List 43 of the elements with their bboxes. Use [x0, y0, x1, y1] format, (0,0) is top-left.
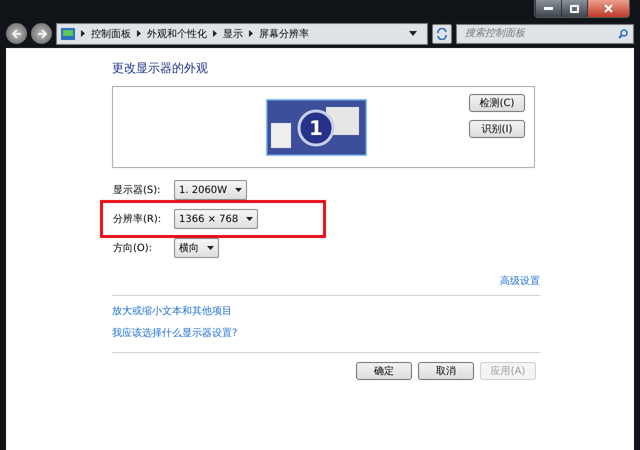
search-icon	[618, 28, 628, 38]
refresh-icon	[436, 28, 448, 40]
chevron-icon	[249, 30, 253, 37]
setting-label: 显示器(S):	[113, 184, 162, 197]
help-link[interactable]: 放大或缩小文本和其他项目	[112, 306, 232, 317]
maximize-button[interactable]	[561, 0, 587, 17]
maximize-icon	[570, 4, 579, 12]
close-button[interactable]	[587, 0, 629, 17]
advanced-settings-link[interactable]: 高级设置	[500, 274, 540, 288]
back-arrow-icon	[12, 28, 22, 38]
refresh-button[interactable]	[432, 24, 452, 44]
chevron-icon	[213, 30, 217, 37]
dialog-button[interactable]: 确定	[356, 362, 412, 380]
search-field[interactable]: 搜索控制面板	[456, 24, 634, 44]
control-panel-icon	[61, 28, 75, 40]
dialog-button[interactable]: 取消	[418, 362, 474, 380]
help-link[interactable]: 我应该选择什么显示器设置?	[112, 328, 238, 339]
forward-arrow-icon	[36, 28, 46, 38]
page-heading: 更改显示器的外观	[112, 60, 209, 77]
dropdown-icon[interactable]	[409, 31, 417, 36]
breadcrumb[interactable]: 控制面板	[91, 26, 131, 40]
setting-label: 方向(O):	[113, 242, 154, 255]
breadcrumb[interactable]: 外观和个性化	[147, 26, 207, 40]
setting-dropdown[interactable]: 1366 × 768	[174, 209, 258, 229]
close-icon	[604, 4, 613, 13]
monitor-drawing[interactable]: 1	[266, 99, 366, 156]
forward-button[interactable]	[31, 23, 52, 44]
caret-icon	[207, 246, 214, 250]
caret-icon	[235, 188, 242, 192]
setting-label: 分辨率(R):	[113, 212, 162, 226]
breadcrumb[interactable]: 屏幕分辨率	[259, 26, 309, 40]
setting-dropdown[interactable]: 横向	[174, 238, 219, 258]
back-button[interactable]	[6, 23, 27, 44]
chevron-icon	[81, 30, 85, 37]
minimize-icon	[544, 7, 553, 10]
preview-button[interactable]: 识别(I)	[469, 120, 525, 138]
preview-button[interactable]: 检测(C)	[469, 94, 525, 112]
breadcrumb[interactable]: 显示	[223, 26, 243, 40]
minimize-button[interactable]	[535, 0, 561, 17]
chevron-icon	[137, 30, 141, 37]
setting-dropdown[interactable]: 1. 2060W	[174, 180, 248, 200]
address-bar[interactable]: 控制面板 外观和个性化 显示 屏幕分辨率	[56, 22, 428, 44]
caret-icon	[246, 217, 254, 221]
